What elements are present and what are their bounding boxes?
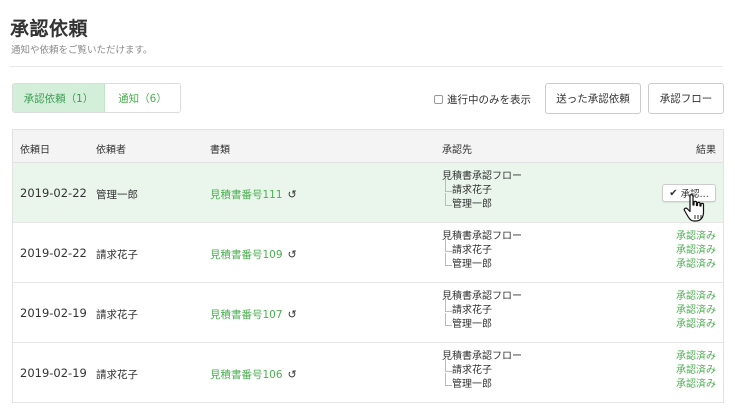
result-status: 承認済み: [676, 379, 716, 390]
approver-name: 管理一郎: [442, 193, 522, 212]
table-row[interactable]: 2019-02-19 請求花子 見積書番号107 ↺ 見積書承認フロー 請求花子…: [13, 283, 723, 343]
row-requester: 請求花子: [96, 249, 138, 261]
sent-requests-button[interactable]: 送った承認依頼: [545, 83, 641, 114]
result-status: 承認済み: [676, 259, 716, 270]
result-status: 承認済み: [676, 245, 716, 256]
approver-name: 請求花子: [442, 239, 522, 258]
history-icon[interactable]: ↺: [288, 188, 297, 201]
row-document: 見積書番号109 ↺: [210, 247, 297, 262]
document-link[interactable]: 見積書番号109: [210, 247, 283, 262]
row-approval-flow: 見積書承認フロー 請求花子 管理一郎: [442, 170, 522, 212]
row-document: 見積書番号106 ↺: [210, 367, 297, 382]
flow-name: 見積書承認フロー: [442, 171, 522, 182]
tab-approval-requests[interactable]: 承認依頼（1）: [13, 84, 105, 112]
hand-pointer-icon: [683, 194, 705, 222]
in-progress-checkbox[interactable]: [434, 95, 443, 104]
flow-name: 見積書承認フロー: [442, 291, 522, 302]
row-date: 2019-02-19: [20, 366, 87, 380]
row-approval-flow: 見積書承認フロー 請求花子 管理一郎: [442, 230, 522, 272]
history-icon[interactable]: ↺: [288, 308, 297, 321]
table-header: 依頼日 依頼者 書類 承認先 結果: [13, 130, 723, 163]
in-progress-label: 進行中のみを表示: [447, 94, 531, 106]
approver-name: 管理一郎: [442, 253, 522, 272]
table-row[interactable]: 2019-02-19 請求花子 見積書番号106 ↺ 見積書承認フロー 請求花子…: [13, 343, 723, 403]
row-document: 見積書番号111 ↺: [210, 187, 297, 202]
history-icon[interactable]: ↺: [288, 368, 297, 381]
tab-group: 承認依頼（1） 通知（6）: [12, 83, 181, 113]
approver-name: 管理一郎: [442, 313, 522, 332]
document-link[interactable]: 見積書番号107: [210, 307, 283, 322]
table-row[interactable]: 2019-02-22 請求花子 見積書番号109 ↺ 見積書承認フロー 請求花子…: [13, 223, 723, 283]
result-status: 承認済み: [676, 365, 716, 376]
page-subtitle: 通知や依頼をご覧いただけます。: [11, 45, 153, 56]
approval-table: 依頼日 依頼者 書類 承認先 結果 2019-02-22 管理一郎 見積書番号1…: [12, 129, 724, 403]
document-link[interactable]: 見積書番号106: [210, 367, 283, 382]
header-result: 結果: [696, 145, 716, 156]
row-date: 2019-02-19: [20, 306, 87, 320]
flow-name: 見積書承認フロー: [442, 231, 522, 242]
row-requester: 管理一郎: [96, 189, 138, 201]
result-status: 承認済み: [676, 351, 716, 362]
header-divider: [10, 66, 723, 67]
result-status: 承認済み: [676, 231, 716, 242]
row-requester: 請求花子: [96, 309, 138, 321]
flow-name: 見積書承認フロー: [442, 351, 522, 362]
approver-name: 請求花子: [442, 359, 522, 378]
row-approval-flow: 見積書承認フロー 請求花子 管理一郎: [442, 350, 522, 392]
row-date: 2019-02-22: [20, 246, 87, 260]
row-requester: 請求花子: [96, 369, 138, 381]
approver-name: 請求花子: [442, 299, 522, 318]
result-status: 承認済み: [676, 319, 716, 330]
row-results: 承認済み 承認済み 承認済み: [676, 230, 716, 272]
row-approval-flow: 見積書承認フロー 請求花子 管理一郎: [442, 290, 522, 332]
history-icon[interactable]: ↺: [288, 248, 297, 261]
check-icon: ✔: [669, 187, 678, 199]
row-results: 承認済み 承認済み 承認済み: [676, 350, 716, 392]
in-progress-filter[interactable]: 進行中のみを表示: [434, 92, 531, 107]
row-document: 見積書番号107 ↺: [210, 307, 297, 322]
header-approvers: 承認先: [442, 145, 472, 156]
row-results: 承認済み 承認済み 承認済み: [676, 290, 716, 332]
header-date: 依頼日: [20, 145, 50, 156]
result-status: 承認済み: [676, 291, 716, 302]
header-document: 書類: [210, 145, 230, 156]
header-requester: 依頼者: [96, 145, 126, 156]
row-date: 2019-02-22: [20, 186, 87, 200]
table-row[interactable]: 2019-02-22 管理一郎 見積書番号111 ↺ 見積書承認フロー 請求花子…: [13, 163, 723, 223]
tab-notifications[interactable]: 通知（6）: [105, 84, 180, 112]
page-title: 承認依頼: [10, 18, 89, 40]
document-link[interactable]: 見積書番号111: [210, 187, 283, 202]
approval-flow-button[interactable]: 承認フロー: [648, 83, 724, 114]
result-status: 承認済み: [676, 305, 716, 316]
approver-name: 管理一郎: [442, 373, 522, 392]
approver-name: 請求花子: [442, 179, 522, 198]
